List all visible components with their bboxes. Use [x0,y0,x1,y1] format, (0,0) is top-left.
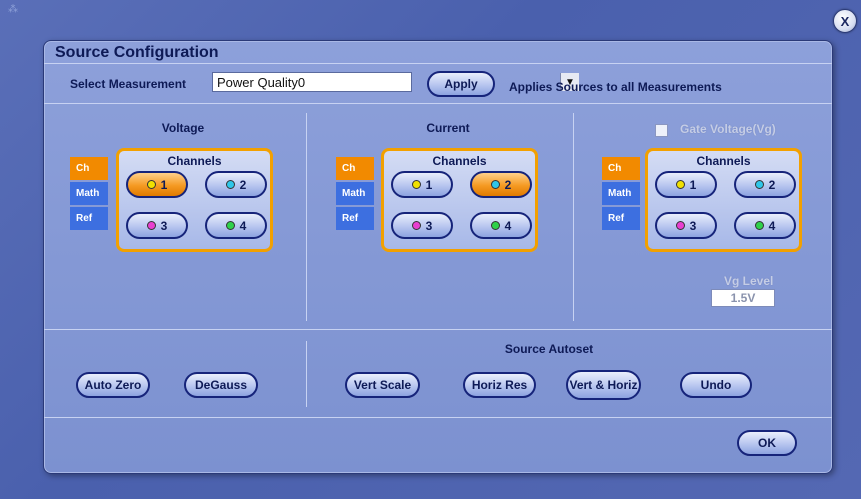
apply-button[interactable]: Apply [427,71,495,97]
gate-channel-3-button[interactable]: 3 [655,212,717,239]
voltage-source-tabs: Ch Math Ref [70,157,108,232]
channel-3-dot-icon [146,221,156,230]
gate-tab-ref[interactable]: Ref [602,207,640,230]
channel-2-dot-icon [754,180,764,189]
middle-divider [44,329,832,330]
current-heading: Current [426,121,470,135]
current-tab-ref[interactable]: Ref [336,207,374,230]
vg-level-field[interactable]: 1.5V [711,289,775,307]
current-tab-math[interactable]: Math [336,182,374,205]
channel-3-dot-icon [411,221,421,230]
section-divider [573,113,574,321]
channel-4-dot-icon [490,221,500,230]
auto-zero-button[interactable]: Auto Zero [76,372,150,398]
voltage-channels-title: Channels [167,154,222,168]
gate-channel-2-label: 2 [768,177,776,192]
vert-scale-button[interactable]: Vert Scale [345,372,420,398]
channel-1-dot-icon [411,180,421,189]
degauss-button[interactable]: DeGauss [184,372,258,398]
current-channel-2-label: 2 [504,177,512,192]
current-channel-1-label: 1 [425,177,433,192]
gate-voltage-checkbox[interactable] [655,124,668,137]
gate-tab-ch[interactable]: Ch [602,157,640,180]
select-measurement-label: Select Measurement [70,77,187,91]
voltage-channels-panel: Channels 1 2 3 4 [116,148,273,252]
gate-channels-title: Channels [696,154,751,168]
current-channel-4-label: 4 [504,218,512,233]
vert-and-horiz-button[interactable]: Vert & Horiz [566,370,641,400]
top-divider [44,103,832,104]
bottom-divider [44,417,832,418]
gate-channel-1-button[interactable]: 1 [655,171,717,198]
current-channel-3-button[interactable]: 3 [391,212,453,239]
horiz-res-button[interactable]: Horiz Res [463,372,536,398]
current-channel-3-label: 3 [425,218,433,233]
channel-4-dot-icon [754,221,764,230]
section-divider [306,341,307,407]
current-source-tabs: Ch Math Ref [336,157,374,232]
source-autoset-heading: Source Autoset [504,342,594,356]
channel-4-dot-icon [225,221,235,230]
section-divider [306,113,307,321]
gate-tab-math[interactable]: Math [602,182,640,205]
gate-source-tabs: Ch Math Ref [602,157,640,232]
channel-1-dot-icon [146,180,156,189]
current-channels-panel: Channels 1 2 3 4 [381,148,538,252]
channel-2-dot-icon [490,180,500,189]
measurement-select[interactable]: Power Quality0 ▼ [212,72,579,92]
gate-channel-4-button[interactable]: 4 [734,212,796,239]
gate-voltage-label: Gate Voltage(Vg) [680,122,776,136]
voltage-channel-2-button[interactable]: 2 [205,171,267,198]
measurement-select-value: Power Quality0 [217,75,306,90]
voltage-tab-math[interactable]: Math [70,182,108,205]
channel-3-dot-icon [675,221,685,230]
voltage-channel-3-button[interactable]: 3 [126,212,188,239]
voltage-channel-1-button[interactable]: 1 [126,171,188,198]
voltage-channel-3-label: 3 [160,218,168,233]
undo-button[interactable]: Undo [680,372,752,398]
voltage-channel-4-label: 4 [239,218,247,233]
gate-channel-3-label: 3 [689,218,697,233]
current-channel-4-button[interactable]: 4 [470,212,532,239]
voltage-heading: Voltage [161,121,205,135]
resize-grip-icon: ⁂ [8,4,18,15]
channel-2-dot-icon [225,180,235,189]
vg-level-label: Vg Level [724,274,774,288]
gate-channel-2-button[interactable]: 2 [734,171,796,198]
gate-channels-panel: Channels 1 2 3 4 [645,148,802,252]
gate-channel-4-label: 4 [768,218,776,233]
channel-1-dot-icon [675,180,685,189]
ok-button[interactable]: OK [737,430,797,456]
current-tab-ch[interactable]: Ch [336,157,374,180]
voltage-channel-1-label: 1 [160,177,168,192]
voltage-tab-ch[interactable]: Ch [70,157,108,180]
gate-channel-1-label: 1 [689,177,697,192]
title-divider [44,63,832,64]
source-configuration-dialog: Source Configuration Select Measurement … [43,40,833,474]
current-channel-2-button[interactable]: 2 [470,171,532,198]
voltage-channel-2-label: 2 [239,177,247,192]
current-channels-title: Channels [432,154,487,168]
voltage-channel-4-button[interactable]: 4 [205,212,267,239]
close-button[interactable]: X [833,9,857,33]
apply-note: Applies Sources to all Measurements [509,80,722,94]
voltage-tab-ref[interactable]: Ref [70,207,108,230]
current-channel-1-button[interactable]: 1 [391,171,453,198]
dialog-title: Source Configuration [55,44,219,61]
